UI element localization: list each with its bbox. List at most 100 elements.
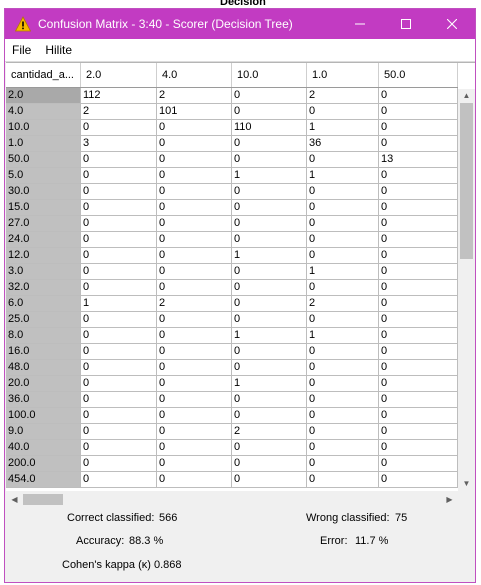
table-cell[interactable]: 0 [379,392,458,408]
table-cell[interactable]: 2 [81,104,157,120]
row-header[interactable]: 6.0 [6,296,81,312]
table-cell[interactable]: 0 [379,360,458,376]
table-cell[interactable]: 0 [232,472,307,488]
table-cell[interactable]: 0 [379,424,458,440]
table-cell[interactable]: 110 [232,120,307,136]
title-bar[interactable]: Confusion Matrix - 3:40 - Scorer (Decisi… [5,9,475,39]
table-cell[interactable]: 2 [307,296,379,312]
table-cell[interactable]: 0 [81,264,157,280]
table-cell[interactable]: 0 [232,456,307,472]
table-cell[interactable]: 0 [81,216,157,232]
close-button[interactable] [429,9,475,39]
table-row[interactable]: 1.0 3 0 0 36 0 [6,136,458,152]
table-row[interactable]: 3.0 0 0 0 1 0 [6,264,458,280]
row-header[interactable]: 9.0 [6,424,81,440]
table-cell[interactable]: 0 [81,360,157,376]
menu-file[interactable]: File [5,43,38,57]
table-cell[interactable]: 0 [307,344,379,360]
table-row[interactable]: 9.0 0 0 2 0 0 [6,424,458,440]
table-cell[interactable]: 0 [232,152,307,168]
table-row[interactable]: 2.0 112 2 0 2 0 [6,88,458,104]
row-header[interactable]: 3.0 [6,264,81,280]
row-header[interactable]: 8.0 [6,328,81,344]
table-cell[interactable]: 0 [307,152,379,168]
table-cell[interactable]: 0 [379,296,458,312]
table-cell[interactable]: 0 [307,392,379,408]
table-cell[interactable]: 0 [157,232,232,248]
row-header[interactable]: 16.0 [6,344,81,360]
vertical-scroll-thumb[interactable] [460,103,473,259]
table-cell[interactable]: 1 [307,264,379,280]
table-row[interactable]: 15.0 0 0 0 0 0 [6,200,458,216]
row-header[interactable]: 27.0 [6,216,81,232]
table-cell[interactable]: 0 [379,184,458,200]
table-cell[interactable]: 0 [232,408,307,424]
row-header[interactable]: 5.0 [6,168,81,184]
row-header[interactable]: 100.0 [6,408,81,424]
table-cell[interactable]: 1 [232,168,307,184]
table-cell[interactable]: 0 [157,408,232,424]
table-cell[interactable]: 0 [307,280,379,296]
row-header[interactable]: 4.0 [6,104,81,120]
table-cell[interactable]: 0 [379,136,458,152]
table-cell[interactable]: 0 [307,408,379,424]
row-header[interactable]: 15.0 [6,200,81,216]
table-cell[interactable]: 0 [81,328,157,344]
table-cell[interactable]: 0 [157,280,232,296]
scroll-left-icon[interactable]: ◀ [6,491,23,508]
table-cell[interactable]: 0 [379,408,458,424]
table-cell[interactable]: 0 [81,376,157,392]
table-cell[interactable]: 0 [379,264,458,280]
row-header[interactable]: 454.0 [6,472,81,488]
table-cell[interactable]: 112 [81,88,157,104]
table-cell[interactable]: 0 [81,152,157,168]
row-header[interactable]: 32.0 [6,280,81,296]
scroll-down-icon[interactable]: ▼ [458,477,475,491]
row-header[interactable]: 30.0 [6,184,81,200]
table-cell[interactable]: 0 [232,296,307,312]
row-header[interactable]: 12.0 [6,248,81,264]
table-cell[interactable]: 0 [232,440,307,456]
table-cell[interactable]: 101 [157,104,232,120]
row-header[interactable]: 10.0 [6,120,81,136]
table-row[interactable]: 50.0 0 0 0 0 13 [6,152,458,168]
table-cell[interactable]: 0 [307,456,379,472]
table-cell[interactable]: 0 [379,248,458,264]
table-cell[interactable]: 0 [81,168,157,184]
table-cell[interactable]: 0 [81,344,157,360]
table-cell[interactable]: 0 [307,312,379,328]
table-row[interactable]: 200.0 0 0 0 0 0 [6,456,458,472]
row-header[interactable]: 20.0 [6,376,81,392]
table-cell[interactable]: 0 [232,312,307,328]
table-cell[interactable]: 0 [157,360,232,376]
table-row[interactable]: 25.0 0 0 0 0 0 [6,312,458,328]
table-cell[interactable]: 1 [232,248,307,264]
table-cell[interactable]: 0 [81,392,157,408]
table-cell[interactable]: 13 [379,152,458,168]
table-row[interactable]: 27.0 0 0 0 0 0 [6,216,458,232]
table-row[interactable]: 32.0 0 0 0 0 0 [6,280,458,296]
table-cell[interactable]: 0 [379,120,458,136]
table-cell[interactable]: 0 [157,312,232,328]
table-cell[interactable]: 0 [157,248,232,264]
table-row[interactable]: 30.0 0 0 0 0 0 [6,184,458,200]
table-cell[interactable]: 0 [379,88,458,104]
table-cell[interactable]: 2 [232,424,307,440]
table-cell[interactable]: 0 [379,328,458,344]
table-cell[interactable]: 1 [307,328,379,344]
column-header[interactable]: 4.0 [157,63,232,87]
table-cell[interactable]: 0 [157,136,232,152]
table-cell[interactable]: 0 [157,120,232,136]
table-cell[interactable]: 0 [157,216,232,232]
table-cell[interactable]: 0 [232,136,307,152]
table-cell[interactable]: 1 [307,120,379,136]
table-cell[interactable]: 0 [307,104,379,120]
table-cell[interactable]: 0 [81,312,157,328]
table-cell[interactable]: 0 [379,456,458,472]
table-cell[interactable]: 0 [379,280,458,296]
scroll-right-icon[interactable]: ▶ [441,491,458,508]
table-cell[interactable]: 0 [379,440,458,456]
table-cell[interactable]: 0 [232,200,307,216]
table-cell[interactable]: 0 [307,376,379,392]
table-cell[interactable]: 0 [379,168,458,184]
